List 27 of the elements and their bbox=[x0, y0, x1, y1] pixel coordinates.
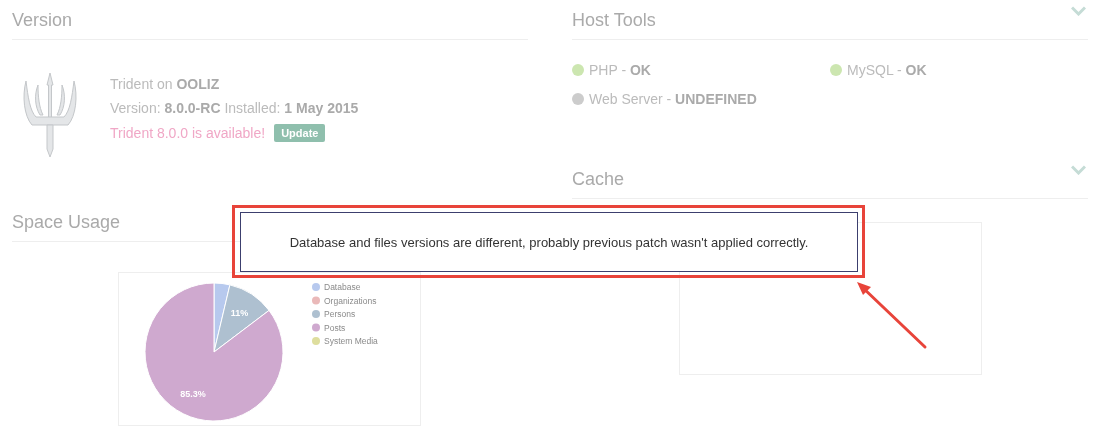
update-notice: Trident 8.0.0 is available! bbox=[110, 125, 266, 141]
status-text: MySQL - OK bbox=[847, 62, 927, 78]
section-title: Version bbox=[12, 9, 73, 31]
legend-label: System Media bbox=[324, 336, 378, 346]
slice-label: 85.3% bbox=[180, 389, 206, 399]
chevron-icon[interactable] bbox=[1071, 164, 1086, 175]
legend-dot bbox=[312, 310, 320, 318]
legend-dot bbox=[312, 323, 320, 332]
trident-icon bbox=[20, 71, 80, 157]
legend-dot bbox=[312, 283, 320, 291]
status-text: PHP - OK bbox=[589, 62, 651, 78]
legend-label: Persons bbox=[324, 309, 356, 319]
legend-dot bbox=[312, 337, 320, 345]
section-title: Cache bbox=[572, 168, 625, 190]
legend-label: Database bbox=[324, 282, 361, 292]
status-text: Web Server - UNDEFINED bbox=[589, 91, 757, 107]
section-title: Host Tools bbox=[572, 9, 656, 31]
update-button[interactable]: Update bbox=[274, 124, 326, 142]
product-line: Trident on OOLIZ bbox=[110, 76, 221, 92]
legend-dot bbox=[312, 296, 320, 305]
legend-label: Posts bbox=[324, 322, 346, 333]
alert-message: Database and files versions are different, probably previous patch wasn't applied correctly. bbox=[289, 234, 809, 250]
slice-label: 11% bbox=[230, 307, 249, 318]
chevron-icon[interactable] bbox=[1071, 5, 1086, 16]
section-title: Space Usage bbox=[12, 211, 121, 233]
legend-label: Organizations bbox=[324, 295, 377, 306]
version-line: Version: 8.0.0-RC Installed: 1 May 2015 bbox=[110, 100, 359, 116]
